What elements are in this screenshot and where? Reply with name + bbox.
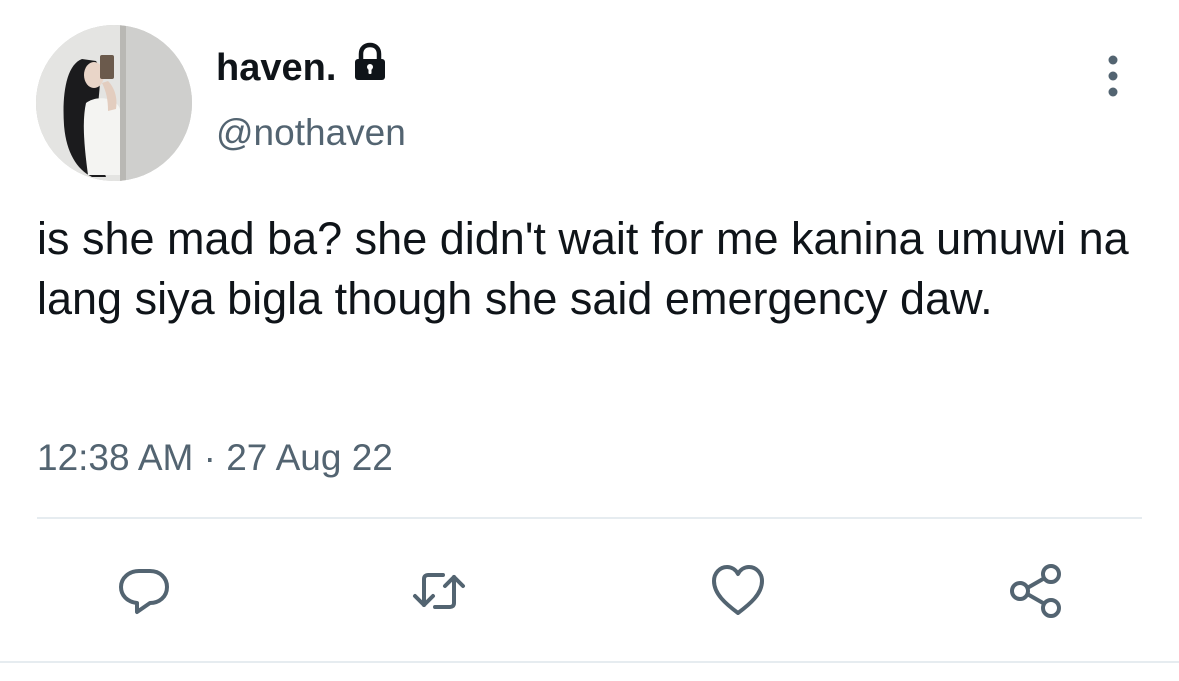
retweet-button[interactable]	[409, 561, 469, 621]
retweet-icon	[413, 573, 465, 609]
heart-icon	[712, 565, 764, 615]
divider	[37, 517, 1142, 519]
like-button[interactable]	[708, 561, 768, 621]
share-icon	[1010, 564, 1061, 618]
user-handle[interactable]: @nothaven	[216, 109, 406, 157]
tweet-timestamp[interactable]: 12:38 AM · 27 Aug 22	[37, 434, 393, 482]
lock-icon	[349, 41, 391, 83]
more-vertical-icon[interactable]	[1098, 51, 1128, 101]
avatar-image	[36, 25, 192, 181]
reply-icon	[119, 569, 169, 614]
share-button[interactable]	[1006, 561, 1066, 621]
tweet-text: is she mad ba? she didn't wait for me ka…	[37, 213, 1129, 324]
avatar[interactable]	[36, 25, 192, 181]
bottom-border	[0, 661, 1179, 663]
display-name[interactable]: haven.	[216, 44, 336, 92]
reply-button[interactable]	[114, 561, 174, 621]
